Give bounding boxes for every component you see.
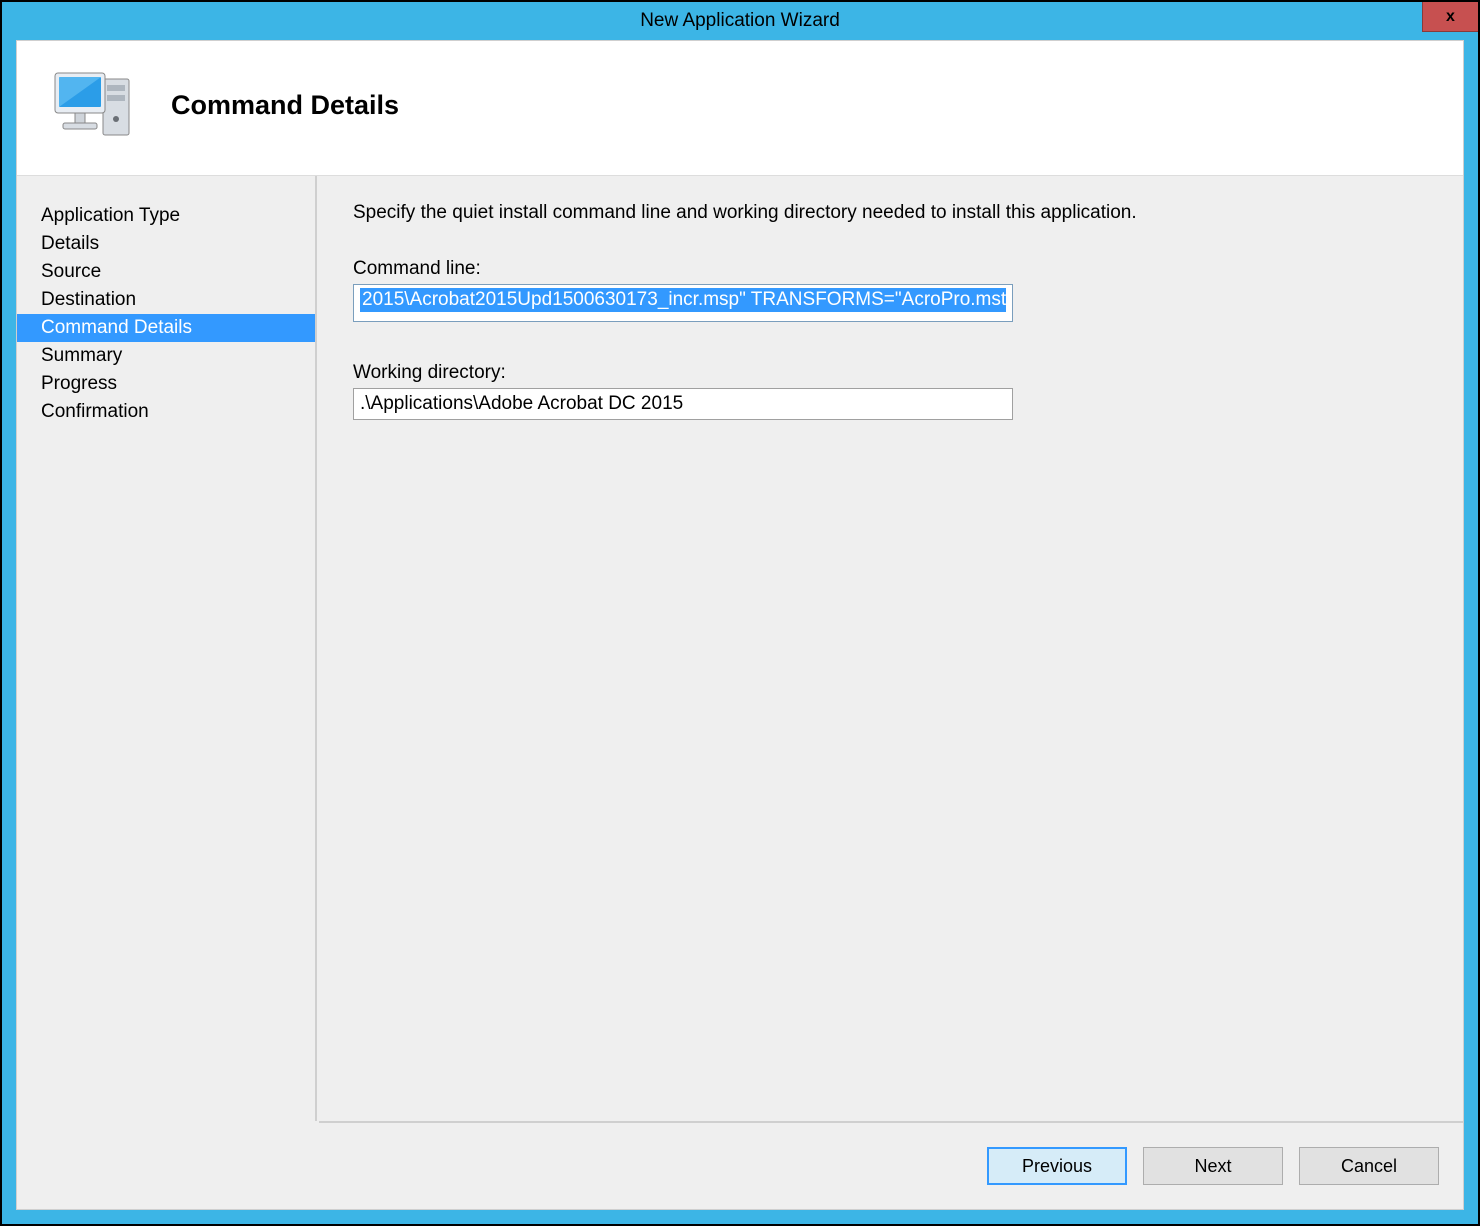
nav-item-summary[interactable]: Summary — [17, 342, 315, 370]
working-directory-field-block: Working directory: — [353, 362, 1427, 420]
nav-item-details[interactable]: Details — [17, 230, 315, 258]
window-body: Command Details Application Type Details… — [16, 40, 1464, 1210]
wizard-body-row: Application Type Details Source Destinat… — [17, 176, 1463, 1121]
command-line-label: Command line: — [353, 258, 1427, 280]
nav-item-source[interactable]: Source — [17, 258, 315, 286]
close-button[interactable]: x — [1422, 2, 1478, 32]
nav-item-command-details[interactable]: Command Details — [17, 314, 315, 342]
window-title: New Application Wizard — [2, 10, 1478, 32]
nav-item-progress[interactable]: Progress — [17, 370, 315, 398]
close-icon: x — [1446, 8, 1455, 26]
wizard-main: Specify the quiet install command line a… — [317, 176, 1463, 1121]
next-button[interactable]: Next — [1143, 1147, 1283, 1185]
wizard-window: New Application Wizard x — [0, 0, 1480, 1226]
computer-icon — [49, 65, 137, 145]
nav-item-application-type[interactable]: Application Type — [17, 202, 315, 230]
page-title: Command Details — [171, 90, 399, 121]
previous-button[interactable]: Previous — [987, 1147, 1127, 1185]
working-directory-input[interactable] — [353, 388, 1013, 420]
wizard-header: Command Details — [17, 41, 1463, 176]
working-directory-label: Working directory: — [353, 362, 1427, 384]
titlebar: New Application Wizard x — [2, 2, 1478, 40]
nav-item-confirmation[interactable]: Confirmation — [17, 398, 315, 426]
nav-item-destination[interactable]: Destination — [17, 286, 315, 314]
cancel-button[interactable]: Cancel — [1299, 1147, 1439, 1185]
instructions-text: Specify the quiet install command line a… — [353, 202, 1427, 224]
wizard-nav: Application Type Details Source Destinat… — [17, 176, 317, 1121]
wizard-footer: Previous Next Cancel — [319, 1121, 1463, 1209]
command-line-input[interactable]: 2015\Acrobat2015Upd1500630173_incr.msp" … — [353, 284, 1013, 322]
command-line-value: 2015\Acrobat2015Upd1500630173_incr.msp" … — [360, 288, 1006, 312]
command-line-field-block: Command line: 2015\Acrobat2015Upd1500630… — [353, 258, 1427, 322]
